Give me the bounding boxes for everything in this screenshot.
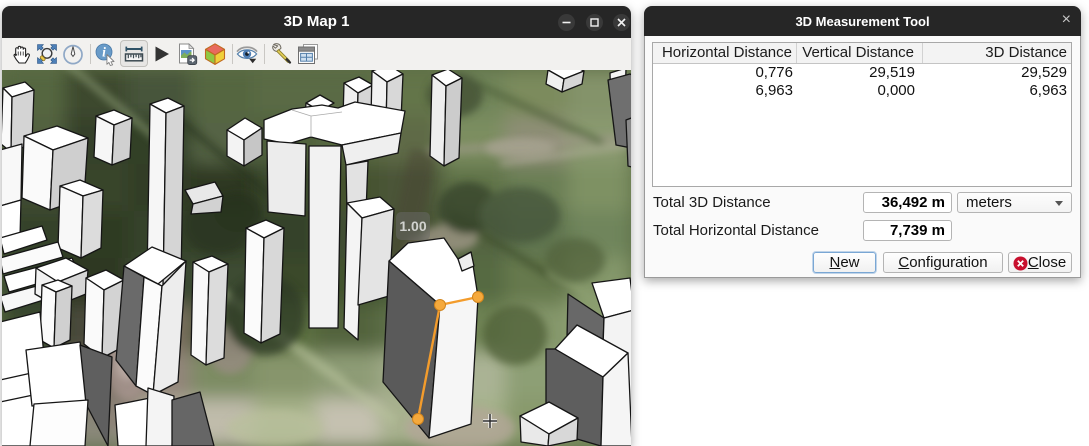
svg-text:i: i <box>102 45 106 60</box>
svg-text:1.00: 1.00 <box>399 218 426 234</box>
